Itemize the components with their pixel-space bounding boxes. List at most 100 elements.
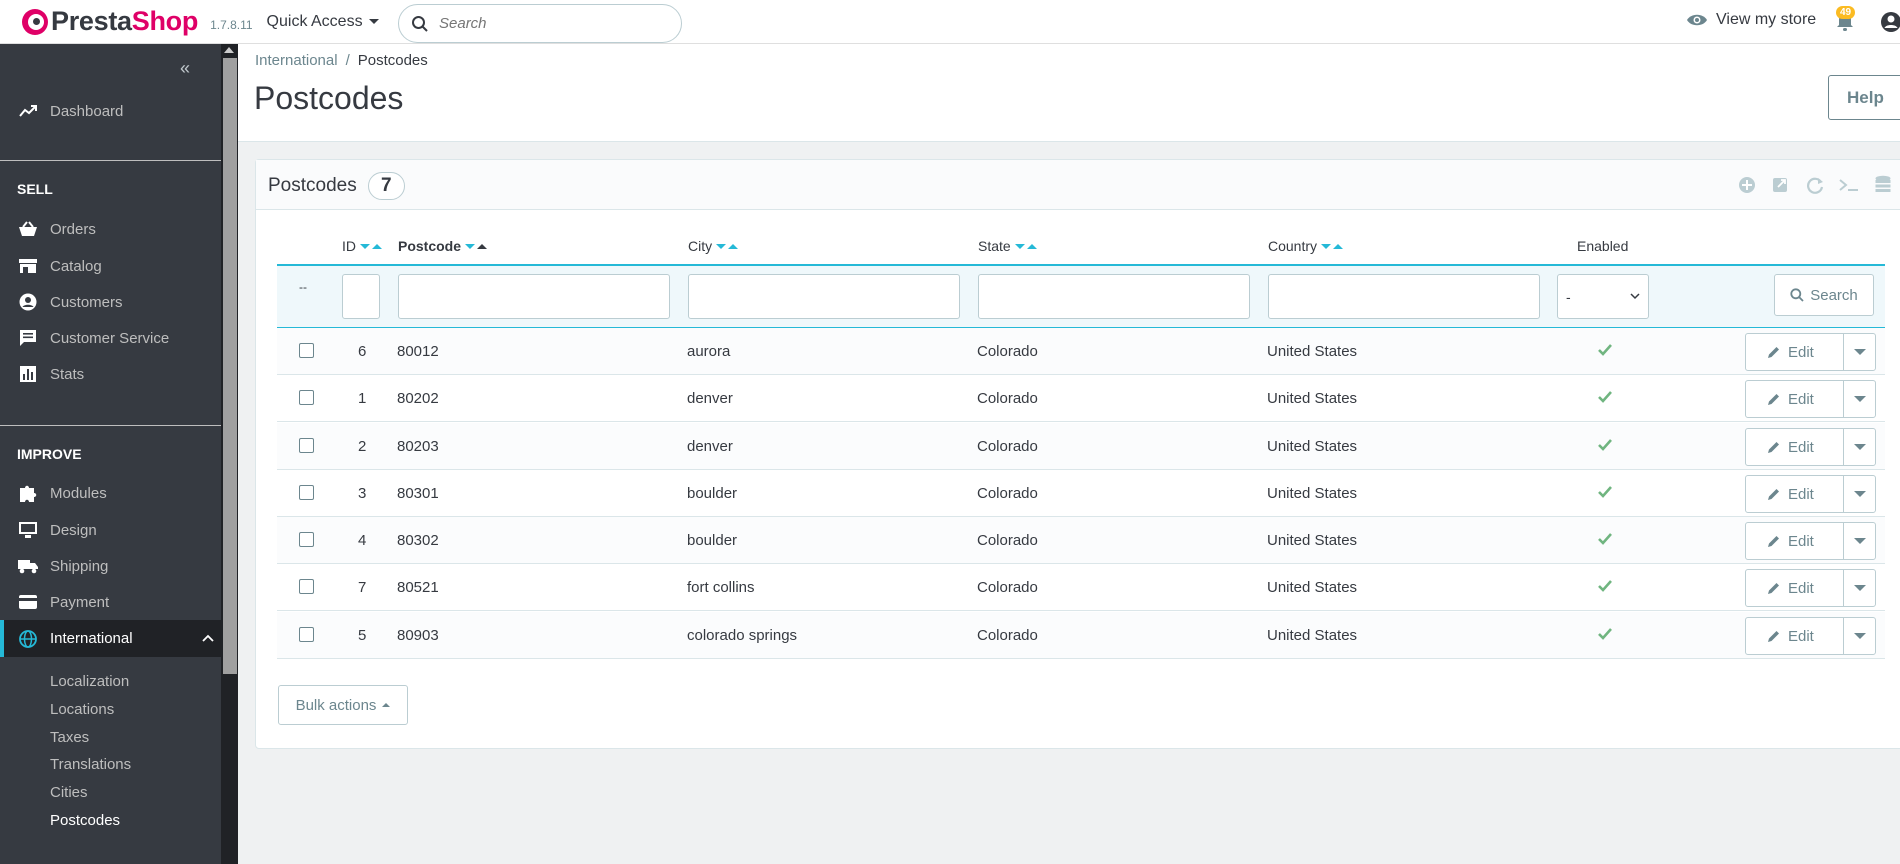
sort-desc-icon[interactable]: [360, 243, 370, 249]
sort-desc-icon[interactable]: [1321, 243, 1332, 249]
edit-button[interactable]: Edit: [1746, 618, 1844, 654]
help-button[interactable]: Help: [1828, 75, 1900, 120]
sort-desc-icon[interactable]: [716, 243, 727, 249]
sidebar-item-design[interactable]: Design: [0, 513, 221, 547]
cell-country: United States: [1267, 579, 1358, 596]
sort-controls: [716, 243, 739, 249]
filter-id-input[interactable]: [342, 274, 380, 319]
cell-city: denver: [687, 390, 733, 407]
caret-down-icon: [1853, 585, 1866, 591]
row-actions-dropdown[interactable]: [1844, 633, 1875, 639]
edit-button[interactable]: Edit: [1746, 429, 1844, 465]
scroll-up-arrow-icon[interactable]: [224, 47, 234, 53]
export-icon[interactable]: [1770, 174, 1792, 196]
check-icon[interactable]: [1597, 436, 1613, 452]
filter-state-input[interactable]: [978, 274, 1250, 319]
sidebar-item-catalog[interactable]: Catalog: [0, 249, 221, 283]
row-checkbox[interactable]: [299, 390, 314, 405]
filter-city-input[interactable]: [688, 274, 960, 319]
row-actions-dropdown[interactable]: [1844, 538, 1875, 544]
sidebar-item-international[interactable]: International: [0, 620, 221, 657]
row-checkbox[interactable]: [299, 579, 314, 594]
refresh-icon[interactable]: [1804, 174, 1826, 196]
edit-button[interactable]: Edit: [1746, 381, 1844, 417]
sidebar-subitem-taxes[interactable]: Taxes: [50, 729, 89, 746]
sidebar-item-stats[interactable]: Stats: [0, 357, 221, 391]
column-header-state: State: [978, 238, 1037, 254]
cell-city: colorado springs: [687, 627, 798, 644]
sidebar-item-customer-service[interactable]: Customer Service: [0, 321, 221, 355]
view-my-store-link[interactable]: View my store: [1686, 11, 1816, 29]
sort-desc-icon[interactable]: [1014, 243, 1025, 249]
cell-id: 2: [358, 438, 367, 455]
row-actions-dropdown[interactable]: [1844, 491, 1875, 497]
row-checkbox[interactable]: [299, 343, 314, 358]
table-row[interactable]: 7 80521 fort collins Colorado United States E…: [277, 564, 1885, 611]
row-actions-dropdown[interactable]: [1844, 349, 1875, 355]
row-actions-dropdown[interactable]: [1844, 585, 1875, 591]
filter-country-input[interactable]: [1268, 274, 1540, 319]
sidebar-subitem-postcodes[interactable]: Postcodes: [50, 812, 120, 829]
row-actions-dropdown[interactable]: [1844, 396, 1875, 402]
check-icon[interactable]: [1597, 483, 1613, 499]
sort-asc-icon[interactable]: [728, 243, 739, 249]
sidebar-item-shipping[interactable]: Shipping: [0, 549, 221, 583]
sidebar-subitem-localization[interactable]: Localization: [50, 673, 129, 690]
sidebar-label: Design: [50, 521, 97, 539]
sidebar-subitem-translations[interactable]: Translations: [50, 756, 131, 773]
cell-postcode: 80012: [397, 343, 439, 360]
sidebar-scrollbar-thumb[interactable]: [223, 58, 237, 674]
filter-enabled-select[interactable]: -: [1557, 274, 1649, 319]
filter-postcode-input[interactable]: [398, 274, 670, 319]
user-icon: [1881, 12, 1900, 32]
table-row[interactable]: 4 80302 boulder Colorado United States Edit: [277, 517, 1885, 564]
sidebar-label: Payment: [50, 593, 110, 611]
row-checkbox[interactable]: [299, 627, 314, 642]
sidebar-item-customers[interactable]: Customers: [0, 285, 221, 319]
table-row[interactable]: 6 80012 aurora Colorado United States Edit: [277, 328, 1885, 375]
check-icon[interactable]: [1597, 530, 1613, 546]
profile-button[interactable]: [1880, 11, 1900, 37]
table-row[interactable]: 2 80203 denver Colorado United States Edit: [277, 423, 1885, 470]
row-checkbox[interactable]: [299, 438, 314, 453]
sidebar-item-modules[interactable]: Modules: [0, 476, 221, 510]
check-icon[interactable]: [1597, 341, 1613, 357]
filter-search-button[interactable]: Search: [1774, 274, 1874, 316]
sidebar-subitem-cities[interactable]: Cities: [50, 784, 88, 801]
table-row[interactable]: 3 80301 boulder Colorado United States Edit: [277, 470, 1885, 517]
sidebar-label: Dashboard: [50, 102, 124, 120]
row-actions-dropdown[interactable]: [1844, 444, 1875, 450]
sidebar-subitem-locations[interactable]: Locations: [50, 701, 114, 718]
database-icon[interactable]: [1872, 174, 1894, 196]
check-icon[interactable]: [1597, 625, 1613, 641]
column-header-postcode: Postcode: [398, 238, 488, 254]
sort-asc-icon[interactable]: [1026, 243, 1037, 249]
sidebar-item-dashboard[interactable]: Dashboard: [0, 94, 221, 128]
page-title: Postcodes: [254, 80, 404, 116]
row-checkbox[interactable]: [299, 532, 314, 547]
table-row[interactable]: 1 80202 denver Colorado United States Edit: [277, 375, 1885, 422]
add-icon[interactable]: [1736, 174, 1758, 196]
header-search[interactable]: [398, 4, 682, 43]
breadcrumb-international[interactable]: International: [255, 52, 338, 69]
row-checkbox[interactable]: [299, 485, 314, 500]
table-row[interactable]: 5 80903 colorado springs Colorado United Sta…: [277, 612, 1885, 659]
sort-desc-icon[interactable]: [465, 243, 476, 249]
sort-asc-icon[interactable]: [477, 243, 488, 249]
sidebar-item-payment[interactable]: Payment: [0, 585, 221, 619]
check-icon[interactable]: [1597, 577, 1613, 593]
collapse-sidebar-icon[interactable]: «: [180, 58, 190, 79]
check-icon[interactable]: [1597, 388, 1613, 404]
sort-asc-icon[interactable]: [372, 243, 382, 249]
quick-access-dropdown[interactable]: Quick Access: [267, 13, 379, 31]
edit-button[interactable]: Edit: [1746, 334, 1844, 370]
sql-manager-icon[interactable]: [1838, 174, 1860, 196]
prestashop-logo[interactable]: PrestaShop: [22, 6, 198, 37]
edit-button[interactable]: Edit: [1746, 476, 1844, 512]
header-search-input[interactable]: [439, 15, 639, 32]
edit-button[interactable]: Edit: [1746, 523, 1844, 559]
sort-asc-icon[interactable]: [1333, 243, 1344, 249]
edit-button[interactable]: Edit: [1746, 570, 1844, 606]
sidebar-item-orders[interactable]: Orders: [0, 212, 221, 246]
bulk-actions-button[interactable]: Bulk actions: [278, 685, 408, 725]
